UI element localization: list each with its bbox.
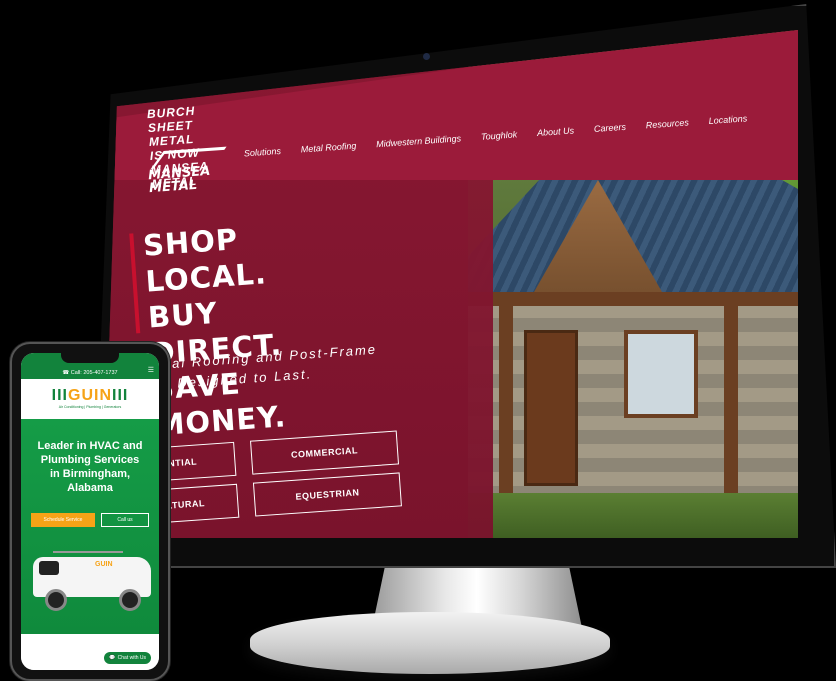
van-wheel: [119, 589, 141, 611]
van-wheel: [45, 589, 67, 611]
phone-icon: ☎: [62, 370, 71, 376]
monitor-stand-base: [250, 612, 610, 674]
house-window: [624, 330, 698, 418]
phone-notch: [61, 353, 119, 363]
mansea-logo[interactable]: MANSEA METAL: [147, 146, 227, 196]
webcam: [423, 53, 430, 60]
mobile-footer: 💬 Chat with Us: [21, 634, 159, 670]
chat-icon: 💬: [109, 655, 116, 661]
guin-logo[interactable]: IIIGUINIII Air Conditioning | Plumbing |…: [21, 381, 159, 419]
call-us-button[interactable]: Call us: [101, 513, 149, 527]
chat-button[interactable]: 💬 Chat with Us: [104, 652, 151, 664]
mobile-headline-line-2: Plumbing Services: [40, 454, 140, 466]
van-window: [39, 561, 59, 575]
headline-line-1: SHOP LOCAL.: [141, 222, 268, 299]
chat-label: Chat with Us: [117, 655, 146, 661]
logo-text: GUIN: [68, 387, 112, 404]
lawn: [468, 493, 798, 538]
mobile-hero: Leader in HVAC and Plumbing Services in …: [21, 419, 159, 634]
mobile-headline-line-3: in Birmingham, Alabama: [49, 468, 131, 494]
call-link[interactable]: Call: 205-407-1737: [71, 370, 118, 376]
front-door: [524, 330, 578, 486]
timber-post: [724, 300, 738, 500]
van-logo: GUIN: [95, 561, 113, 568]
mobile-headline: Leader in HVAC and Plumbing Services in …: [27, 439, 153, 495]
timber-post: [499, 300, 513, 500]
timber-beam: [468, 292, 798, 306]
mobile-website: ☎ Call: 205-407-1737 ☰ IIIGUINIII Air Co…: [21, 353, 159, 670]
logo-tagline: Air Conditioning | Plumbing | Generators: [58, 405, 122, 409]
schedule-service-button[interactable]: Schedule Service: [31, 513, 95, 527]
mobile-headline-line-1: Leader in HVAC and: [37, 440, 143, 452]
desktop-website: BURCH SHEET METAL IS NOW MANSEA METAL MA…: [103, 30, 798, 538]
hamburger-menu-icon[interactable]: ☰: [148, 366, 154, 374]
smartphone: ☎ Call: 205-407-1737 ☰ IIIGUINIII Air Co…: [10, 342, 170, 681]
service-van-image: GUIN: [33, 547, 151, 613]
